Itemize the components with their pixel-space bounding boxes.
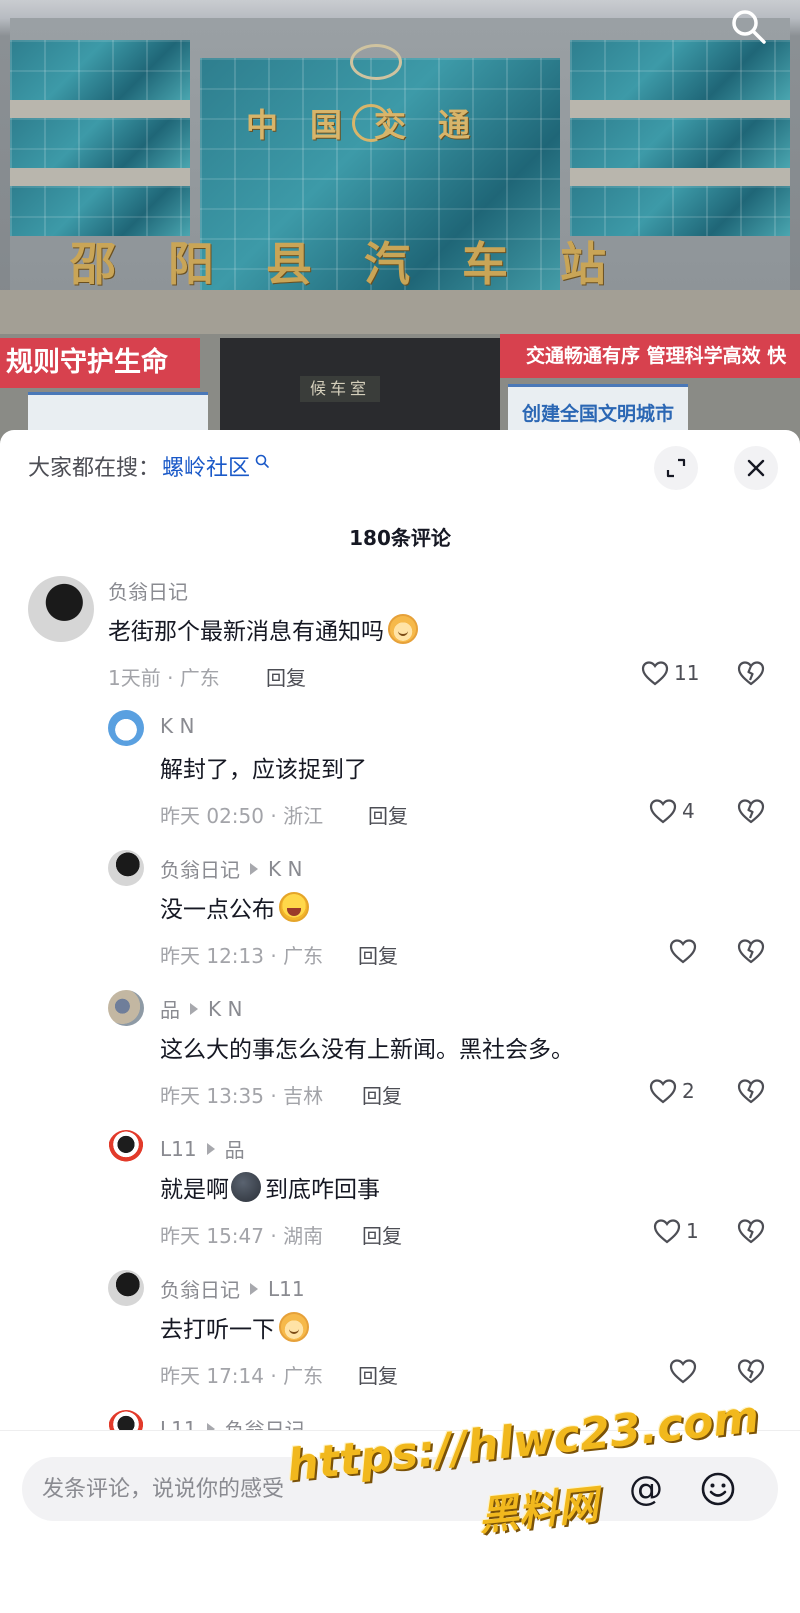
close-icon [747, 459, 765, 477]
avatar[interactable] [108, 990, 144, 1026]
facade-band [570, 168, 790, 186]
avatar[interactable] [108, 710, 144, 746]
reply-button[interactable]: 回复 [266, 662, 306, 691]
reply-item: K N 解封了，应该捉到了 昨天 02:50 · 浙江 回复 4 [0, 710, 800, 840]
avatar[interactable] [108, 1130, 144, 1166]
dark-face-emoji [231, 1172, 261, 1202]
smile-icon [701, 1472, 735, 1506]
comment-text: 这么大的事怎么没有上新闻。黑社会多。 [160, 1037, 574, 1063]
broken-heart-icon[interactable] [736, 1356, 766, 1386]
comment-username[interactable]: 负翁日记 [108, 576, 188, 605]
hot-search-bar[interactable]: 大家都在搜： 螺岭社区 [28, 446, 270, 486]
comment-item: 负翁日记 老街那个最新消息有通知吗 1天前 · 广东 回复 11 [0, 572, 800, 702]
avatar[interactable] [108, 850, 144, 886]
comment-username[interactable]: L11 品 [160, 1134, 245, 1163]
facade-band [10, 168, 190, 186]
comment-username[interactable]: 负翁日记 K N [160, 854, 302, 883]
post-photo[interactable]: 中国交通 邵阳县汽车站 候车室 规则守护生命 交通畅通有序 管理科学高效 快 创… [0, 0, 800, 450]
comment-meta: 昨天 02:50 · 浙江 [160, 804, 324, 828]
close-button[interactable] [734, 446, 778, 490]
broken-heart-icon[interactable] [736, 796, 766, 826]
like-button[interactable]: 1 [652, 1216, 699, 1246]
comment-meta: 昨天 13:35 · 吉林 [160, 1084, 324, 1108]
comment-meta: 昨天 12:13 · 广东 [160, 944, 324, 968]
like-button[interactable]: 11 [640, 658, 699, 688]
reply-button[interactable]: 回复 [362, 1080, 402, 1109]
broken-heart-icon[interactable] [736, 1216, 766, 1246]
facade-clock [350, 44, 402, 80]
comment-username[interactable]: 负翁日记 L11 [160, 1274, 305, 1303]
banner-left: 规则守护生命 [0, 338, 200, 388]
laugh-cry-emoji [279, 892, 309, 922]
reply-arrow-icon [250, 1282, 258, 1295]
emoji-picker-button[interactable] [698, 1469, 738, 1509]
like-count: 2 [682, 1079, 695, 1103]
comment-meta: 昨天 17:14 · 广东 [160, 1364, 324, 1388]
search-icon [255, 454, 269, 468]
dog-emoji [388, 614, 418, 644]
expand-button[interactable] [654, 446, 698, 490]
facade-band [10, 100, 190, 118]
reply-arrow-icon [250, 862, 258, 875]
heart-icon [649, 799, 677, 824]
heart-icon [669, 1359, 697, 1384]
glass-window-right [570, 118, 790, 168]
top-sign: 中国交通 [246, 106, 503, 144]
facade-band [570, 100, 790, 118]
reply-item: 负翁日记 L11 去打听一下 昨天 17:14 · 广东 回复 [0, 1270, 800, 1400]
hot-search-keyword[interactable]: 螺岭社区 [162, 450, 250, 482]
reply-button[interactable]: 回复 [368, 800, 408, 829]
comment-text: 解封了，应该捉到了 [160, 757, 367, 783]
comment-text: 去打听一下 [160, 1310, 309, 1344]
like-button[interactable]: 2 [648, 1076, 695, 1106]
reply-arrow-icon [206, 1142, 215, 1155]
comment-text: 老街那个最新消息有通知吗 [108, 612, 418, 646]
reply-button[interactable]: 回复 [358, 1360, 398, 1389]
like-button[interactable] [668, 936, 698, 966]
comment-text: 就是啊 到底咋回事 [160, 1170, 380, 1204]
comment-meta: 昨天 15:47 · 湖南 [160, 1224, 324, 1248]
banner-right: 交通畅通有序 管理科学高效 快 [500, 334, 800, 378]
reply-button[interactable]: 回复 [362, 1220, 402, 1249]
station-sign: 邵阳县汽车站 [70, 237, 658, 291]
broken-heart-icon[interactable] [736, 1076, 766, 1106]
heart-icon [641, 661, 669, 686]
heart-icon [653, 1219, 681, 1244]
broken-heart-icon[interactable] [736, 936, 766, 966]
glass-window-left [10, 118, 190, 168]
like-count: 1 [686, 1219, 699, 1243]
waiting-room-sign: 候车室 [300, 376, 380, 402]
reply-button[interactable]: 回复 [358, 940, 398, 969]
heart-icon [649, 1079, 677, 1104]
heart-icon [669, 939, 697, 964]
like-button[interactable]: 4 [648, 796, 695, 826]
like-count: 11 [674, 661, 700, 685]
broken-heart-icon[interactable] [736, 658, 766, 688]
comment-count: 180条评论 [349, 526, 451, 550]
dog-emoji [279, 1312, 309, 1342]
like-button[interactable] [668, 1356, 698, 1386]
reply-item: L11 品 就是啊 到底咋回事 昨天 15:47 · 湖南 回复 1 [0, 1130, 800, 1260]
reply-item: 负翁日记 K N 没一点公布 昨天 12:13 · 广东 回复 [0, 850, 800, 980]
comment-username[interactable]: K N [160, 714, 194, 738]
mention-icon[interactable]: @ [626, 1469, 666, 1509]
hot-search-label: 大家都在搜： [28, 456, 161, 481]
avatar[interactable] [108, 1270, 144, 1306]
search-icon[interactable] [728, 6, 768, 46]
reply-item: 品K N 这么大的事怎么没有上新闻。黑社会多。 昨天 13:35 · 吉林 回复… [0, 990, 800, 1120]
reply-arrow-icon [190, 1002, 198, 1015]
comment-username[interactable]: 品K N [160, 994, 242, 1023]
like-count: 4 [682, 799, 695, 823]
avatar[interactable] [28, 576, 94, 642]
glass-window-right [570, 40, 790, 100]
glass-window-left [10, 40, 190, 100]
expand-icon [666, 458, 686, 478]
comment-meta: 1天前 · 广东 [108, 666, 220, 690]
comment-text: 没一点公布 [160, 890, 309, 924]
